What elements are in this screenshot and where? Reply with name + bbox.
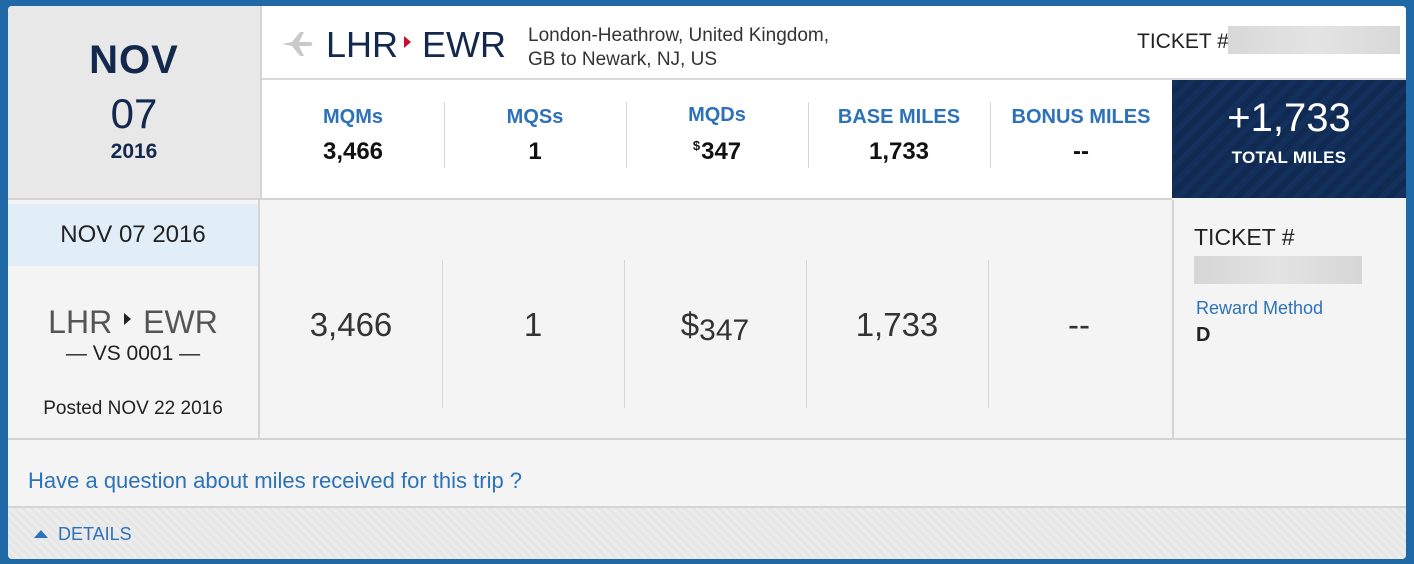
reward-method-value: D [1196,324,1211,346]
currency-symbol: $ [680,306,700,343]
ticket-number-redacted [1228,26,1400,54]
details-toggle-label: DETAILS [58,524,132,544]
stat-mqss: MQSs 1 [444,80,626,198]
stat-value: -- [1073,138,1089,165]
route-description-line2: GB to Newark, NJ, US [528,49,717,70]
stat-value: $347 [626,138,808,166]
route-header: LHR EWR London-Heathrow, United Kingdom,… [262,6,1406,80]
stat-base-miles: BASE MILES 1,733 [808,80,990,198]
ticket-number-redacted [1194,256,1362,284]
stat-bonus-miles: BONUS MILES -- [990,80,1172,198]
segment-value: -- [1068,306,1090,343]
stat-amount: 347 [701,138,742,165]
segment-ticket-info: TICKET # Reward Method D [1172,200,1406,438]
stat-mqds: MQDs $347 [626,80,808,198]
segment-flight-number: — VS 0001 — [65,342,201,365]
segment-mqss: 1 [442,200,624,438]
route-arrow-icon [404,36,411,48]
segment-route: LHR EWR [8,304,258,341]
reward-method-label: Reward Method [1196,298,1324,318]
trip-date-block: NOV 07 2016 [8,6,262,200]
stat-mqms: MQMs 3,466 [262,80,444,198]
stat-value: 3,466 [322,138,384,165]
total-miles-value: +1,733 [1227,96,1351,140]
stat-value: 1,733 [868,138,930,165]
segment-value: $347 [624,306,806,348]
ticket-label: TICKET # [1194,224,1295,250]
ticket-label: TICKET # [1137,30,1229,53]
caret-up-icon [34,530,48,538]
stat-label: MQDs [688,104,746,126]
trip-month: NOV [89,38,179,82]
stat-label: BONUS MILES [1011,106,1151,128]
trip-day: 07 [110,90,158,137]
trip-card: NOV 07 2016 LHR EWR London-Heathrow, Uni… [8,6,1406,559]
stat-value: 1 [528,138,542,165]
route-description-line1: London-Heathrow, United Kingdom, [528,25,830,46]
segment-posted-date: Posted NOV 22 2016 [43,398,223,419]
details-bar: DETAILS [8,508,1406,559]
segment-mqds: $347 [624,200,806,438]
segment-amount: 347 [699,314,750,347]
trip-year: 2016 [110,140,158,163]
segment-info: NOV 07 2016 LHR EWR — VS 0001 — Posted NO… [8,200,260,438]
segment-values: 3,466 1 $347 1,733 -- [260,200,1172,438]
segment-origin: LHR [48,304,113,340]
segment-value: 1,733 [855,306,939,343]
stat-label: BASE MILES [837,106,961,128]
segment-date: NOV 07 2016 [8,204,258,266]
segment-mqms: 3,466 [260,200,442,438]
currency-symbol: $ [692,138,701,153]
miles-question-link[interactable]: Have a question about miles received for… [28,468,522,494]
route-origin: LHR [326,24,399,65]
segment-value: 3,466 [309,306,393,343]
divider [8,438,1406,440]
segment-base-miles: 1,733 [806,200,988,438]
details-toggle-button[interactable]: DETAILS [34,524,132,545]
stat-label: MQSs [506,106,564,128]
route-arrow-icon [124,313,132,325]
route-destination: EWR [422,24,506,65]
segment-value: 1 [523,306,543,343]
total-miles-block: +1,733 TOTAL MILES [1172,80,1406,198]
segment-bonus-miles: -- [988,200,1170,438]
stat-label: MQMs [323,106,383,128]
plane-icon [282,32,313,56]
route-description: London-Heathrow, United Kingdom, GB to N… [528,24,829,72]
segment-destination: EWR [143,304,218,340]
miles-summary-row: MQMs 3,466 MQSs 1 MQDs $347 BASE MILES 1… [262,80,1172,200]
total-miles-label: TOTAL MILES [1231,148,1347,167]
